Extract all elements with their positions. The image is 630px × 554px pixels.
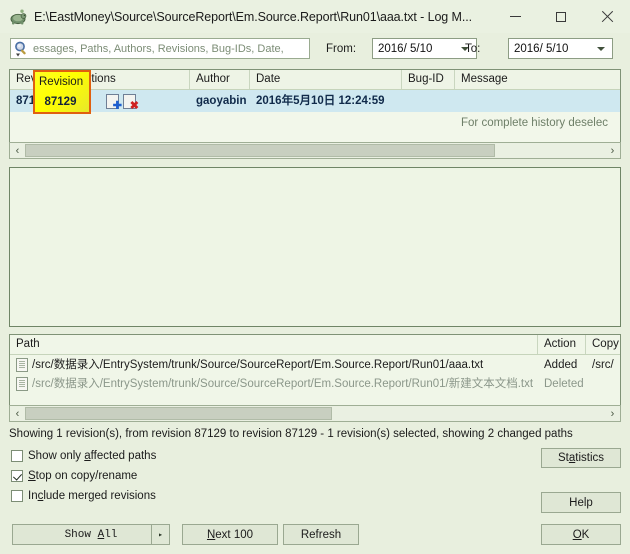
column-header-date[interactable]: Date xyxy=(250,70,402,89)
path-copy-0: /src/ xyxy=(592,358,614,371)
to-date-dropdown[interactable]: 2016/ 5/10 xyxy=(508,38,613,59)
path-cell-0: /src/数据录入/EntrySystem/trunk/Source/Sourc… xyxy=(10,356,538,374)
path-cell-1: /src/数据录入/EntrySystem/trunk/Source/Sourc… xyxy=(10,375,538,393)
status-text: Showing 1 revision(s), from revision 871… xyxy=(9,428,573,440)
path-text: /src/数据录入/EntrySystem/trunk/Source/Sourc… xyxy=(32,377,534,390)
column-header-bug-id[interactable]: Bug-ID xyxy=(402,70,455,89)
tortoise-svn-icon xyxy=(8,8,28,26)
maximize-button[interactable] xyxy=(538,0,584,33)
table-row[interactable]: 87129 ✚ ✖ gaoyabin 2016年5月10日 12:24:59 xyxy=(10,90,620,112)
column-header-message[interactable]: Message xyxy=(455,70,620,89)
log-list-hscrollbar[interactable]: ‹ › xyxy=(9,142,621,159)
path-text: /src/数据录入/EntrySystem/trunk/Source/Sourc… xyxy=(32,358,484,371)
minimize-icon xyxy=(509,16,521,17)
commit-message-panel[interactable] xyxy=(9,167,621,327)
checkbox-box[interactable] xyxy=(11,470,23,482)
file-icon xyxy=(16,376,28,391)
maximize-icon xyxy=(556,11,566,22)
statistics-button[interactable]: Statistics xyxy=(541,448,621,468)
refresh-button-label: Refresh xyxy=(300,528,342,541)
log-list-header: Revision Actions Author Date Bug-ID Mess… xyxy=(10,70,620,90)
highlight-value-label: 87129 xyxy=(44,96,77,108)
cell-date: 2016年5月10日 12:24:59 xyxy=(256,94,385,107)
list-item[interactable]: /src/数据录入/EntrySystem/trunk/Source/Sourc… xyxy=(10,374,620,393)
ok-button[interactable]: OK xyxy=(541,524,621,545)
close-icon xyxy=(601,11,613,23)
log-list-note-row: For complete history deselec xyxy=(10,112,620,134)
search-input[interactable]: essages, Paths, Authors, Revisions, Bug-… xyxy=(33,43,284,55)
refresh-button[interactable]: Refresh xyxy=(283,524,359,545)
search-icon xyxy=(13,40,31,57)
from-date-dropdown[interactable]: 2016/ 5/10 xyxy=(372,38,477,59)
path-scroll-track[interactable] xyxy=(25,407,605,420)
path-scroll-thumb[interactable] xyxy=(25,407,333,420)
checkbox-label: Stop on copy/rename xyxy=(28,470,138,482)
help-button[interactable]: Help xyxy=(541,492,621,513)
column-header-copy[interactable]: Copy xyxy=(586,335,620,354)
next-100-button[interactable]: Next 100 xyxy=(182,524,278,545)
checkbox-show-only-affected-paths[interactable]: Show only affected paths xyxy=(11,450,156,462)
next-100-button-label: Next 100 xyxy=(206,528,254,541)
from-date-value: 2016/ 5/10 xyxy=(378,42,433,55)
log-messages-dialog: E:\EastMoney\Source\SourceReport\Em.Sour… xyxy=(0,0,630,554)
window-title: E:\EastMoney\Source\SourceReport\Em.Sour… xyxy=(34,9,472,24)
to-label: To: xyxy=(465,43,481,55)
close-button[interactable] xyxy=(584,0,630,33)
revision-highlight-annotation: Revision 87129 xyxy=(33,70,91,114)
file-deleted-icon: ✖ xyxy=(123,93,139,109)
cell-author: gaoyabin xyxy=(196,94,247,107)
statistics-button-label: Statistics xyxy=(557,452,605,464)
scroll-left-icon[interactable]: ‹ xyxy=(10,143,25,158)
to-date-value: 2016/ 5/10 xyxy=(514,42,569,55)
title-bar: E:\EastMoney\Source\SourceReport\Em.Sour… xyxy=(0,0,630,33)
checkbox-box[interactable] xyxy=(11,450,23,462)
chevron-right-icon[interactable]: ▸ xyxy=(151,525,169,544)
path-list-header: Path Action Copy xyxy=(10,335,620,355)
chevron-down-icon xyxy=(597,46,605,51)
log-list-note: For complete history deselec xyxy=(461,116,609,129)
column-header-author[interactable]: Author xyxy=(190,70,250,89)
from-label: From: xyxy=(326,43,357,55)
search-box[interactable]: essages, Paths, Authors, Revisions, Bug-… xyxy=(10,38,310,59)
checkbox-label: Show only affected paths xyxy=(28,450,157,462)
checkbox-box[interactable] xyxy=(11,490,23,502)
column-header-path[interactable]: Path xyxy=(10,335,538,354)
list-item[interactable]: /src/数据录入/EntrySystem/trunk/Source/Sourc… xyxy=(10,355,620,374)
checkbox-include-merged-revisions[interactable]: Include merged revisions xyxy=(11,490,156,502)
path-action-1: Deleted xyxy=(544,377,584,390)
show-all-button[interactable]: Show All ▸ xyxy=(12,524,170,545)
log-scroll-thumb[interactable] xyxy=(25,144,495,157)
column-header-action[interactable]: Action xyxy=(538,335,586,354)
highlight-header-label: Revision xyxy=(39,76,84,88)
checkbox-stop-on-copy-rename[interactable]: Stop on copy/rename xyxy=(11,470,137,482)
log-scroll-track[interactable] xyxy=(25,144,605,157)
scroll-left-icon[interactable]: ‹ xyxy=(10,406,25,421)
checkbox-label: Include merged revisions xyxy=(28,490,156,502)
path-action-0: Added xyxy=(544,358,578,371)
window-controls xyxy=(492,0,630,33)
show-all-button-label: Show All xyxy=(64,528,118,541)
minimize-button[interactable] xyxy=(492,0,538,33)
filter-bar: essages, Paths, Authors, Revisions, Bug-… xyxy=(0,34,630,64)
file-added-icon: ✚ xyxy=(106,93,122,109)
file-icon xyxy=(16,357,28,372)
scroll-right-icon[interactable]: › xyxy=(605,143,620,158)
ok-button-label: OK xyxy=(572,528,590,541)
path-list-hscrollbar[interactable]: ‹ › xyxy=(9,405,621,422)
scroll-right-icon[interactable]: › xyxy=(605,406,620,421)
help-button-label: Help xyxy=(569,496,593,509)
